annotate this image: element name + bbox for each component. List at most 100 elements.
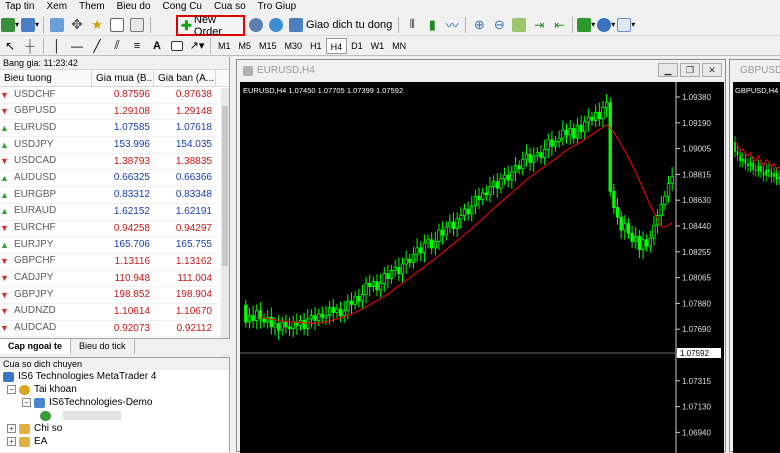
menu-help[interactable]: Tro Giup bbox=[253, 0, 304, 14]
tab-tick-chart[interactable]: Bieu do tick bbox=[71, 339, 135, 354]
chart-window-gbpusd[interactable]: GBPUSD,H4 GBPUSD,H4 bbox=[729, 59, 780, 453]
minimize-button[interactable]: ▁ bbox=[658, 63, 678, 77]
menu-window[interactable]: Cua so bbox=[209, 0, 253, 14]
market-watch-row[interactable]: ▼ AUDNZD 1.10614 1.10670 bbox=[0, 304, 229, 321]
tree-server[interactable]: − IS6Technologies-Demo bbox=[0, 396, 229, 409]
trendline-button[interactable]: ╱ bbox=[88, 37, 106, 55]
label-button[interactable] bbox=[168, 37, 186, 55]
market-watch-row[interactable]: ▲ EURJPY 165.706 165.755 bbox=[0, 237, 229, 254]
channel-button[interactable]: ⫽ bbox=[108, 37, 126, 55]
tf-h1[interactable]: H1 bbox=[306, 38, 326, 54]
indicators-button[interactable]: ▾ bbox=[577, 16, 595, 34]
header-bid[interactable]: Gia mua (B... bbox=[92, 70, 154, 86]
restore-button[interactable]: ❐ bbox=[680, 63, 700, 77]
expand-icon[interactable]: + bbox=[7, 437, 16, 446]
templates-button[interactable]: ▾ bbox=[617, 16, 635, 34]
price-label: 1.08065 bbox=[682, 274, 711, 283]
tree-account-item[interactable] bbox=[0, 409, 229, 422]
candle bbox=[342, 301, 346, 324]
header-ask[interactable]: Gia ban (A... bbox=[154, 70, 216, 86]
close-button[interactable]: ✕ bbox=[702, 63, 722, 77]
market-watch-row[interactable]: ▲ EURUSD 1.07585 1.07618 bbox=[0, 120, 229, 138]
tile-windows-button[interactable] bbox=[510, 16, 528, 34]
tf-mn[interactable]: MN bbox=[388, 38, 410, 54]
tf-d1[interactable]: D1 bbox=[347, 38, 367, 54]
tf-m5[interactable]: M5 bbox=[235, 38, 256, 54]
window-buttons: ▁ ❐ ✕ bbox=[656, 63, 722, 77]
chart-area[interactable]: 1.09380 1.09190 1.09005 1.08815 1.08630 1.084… bbox=[240, 82, 724, 453]
market-watch-row[interactable]: ▼ AUDCAD 0.92073 0.92112 bbox=[0, 321, 229, 338]
market-button[interactable] bbox=[267, 16, 285, 34]
symbol-cell: ▼ GBPCHF bbox=[0, 254, 92, 270]
zoom-out-button[interactable]: ⊖ bbox=[490, 16, 508, 34]
crosshair-button[interactable]: ┼ bbox=[21, 37, 39, 55]
collapse-icon[interactable]: − bbox=[22, 398, 31, 407]
menu-insert[interactable]: Them bbox=[74, 0, 112, 14]
chart-shift-button[interactable]: ⇤ bbox=[550, 16, 568, 34]
candlestick-chart[interactable]: 1.09380 1.09190 1.09005 1.08815 1.08630 1.084… bbox=[240, 82, 724, 453]
zoom-in-button[interactable]: ⊕ bbox=[470, 16, 488, 34]
chart-area[interactable]: GBPUSD,H4 bbox=[733, 82, 780, 453]
market-watch-row[interactable]: ▼ CADJPY 110.948 111.004 bbox=[0, 271, 229, 288]
bid-cell: 0.66325 bbox=[113, 172, 150, 184]
market-watch-row[interactable]: ▼ EURCHF 0.94258 0.94297 bbox=[0, 221, 229, 238]
tree-ea[interactable]: + EA bbox=[0, 435, 229, 448]
tf-h4[interactable]: H4 bbox=[325, 37, 348, 54]
tree-root[interactable]: IS6 Technologies MetaTrader 4 bbox=[0, 370, 229, 383]
cursor-button[interactable]: ↖ bbox=[1, 37, 19, 55]
header-symbol[interactable]: Bieu tuong bbox=[0, 70, 92, 86]
tf-w1[interactable]: W1 bbox=[367, 38, 389, 54]
candle bbox=[749, 156, 752, 172]
market-watch-row[interactable]: ▲ EURAUD 1.62152 1.62191 bbox=[0, 204, 229, 221]
tf-m30[interactable]: M30 bbox=[281, 38, 307, 54]
candlestick-button[interactable]: ▮ bbox=[423, 16, 441, 34]
menu-file[interactable]: Tap tin bbox=[0, 0, 41, 14]
strategy-tester-toggle[interactable] bbox=[128, 16, 146, 34]
market-watch-row[interactable]: ▼ GBPUSD 1.29108 1.29148 bbox=[0, 104, 229, 121]
market-watch-row[interactable]: ▼ GBPCHF 1.13116 1.13162 bbox=[0, 254, 229, 271]
market-watch-row[interactable]: ▲ AUDUSD 0.66325 0.66366 bbox=[0, 170, 229, 188]
new-order-button[interactable]: ✚ New Order bbox=[176, 14, 245, 38]
signals-button[interactable] bbox=[247, 16, 265, 34]
menu-view[interactable]: Xem bbox=[41, 0, 74, 14]
bar-chart-button[interactable]: ⫴ bbox=[403, 16, 421, 34]
market-watch-scrollbar[interactable] bbox=[221, 88, 229, 365]
menu-charts[interactable]: Bieu do bbox=[112, 0, 158, 14]
market-watch-row[interactable]: ▼ USDCHF 0.87596 0.87638 bbox=[0, 87, 229, 104]
candlestick-chart[interactable]: GBPUSD,H4 bbox=[733, 82, 780, 453]
vertical-line-button[interactable]: │ bbox=[48, 37, 66, 55]
profiles-button[interactable]: ▾ bbox=[21, 16, 39, 34]
navigator-toggle[interactable]: ★ bbox=[88, 16, 106, 34]
chart-window-eurusd[interactable]: EURUSD,H4 ▁ ❐ ✕ 1.09380 1.09190 1.09005 1.0… bbox=[236, 59, 726, 453]
candle bbox=[734, 136, 736, 158]
periods-button[interactable]: ▾ bbox=[597, 16, 615, 34]
menu-tools[interactable]: Cong Cu bbox=[158, 0, 209, 14]
candle bbox=[335, 303, 339, 318]
data-window-toggle[interactable]: ✥ bbox=[68, 16, 86, 34]
market-watch-toggle[interactable] bbox=[48, 16, 66, 34]
collapse-icon[interactable]: − bbox=[7, 385, 16, 394]
text-button[interactable]: A bbox=[148, 37, 166, 55]
tab-symbols[interactable]: Cap ngoai te bbox=[0, 339, 72, 354]
tf-m15[interactable]: M15 bbox=[255, 38, 281, 54]
terminal-toggle[interactable] bbox=[108, 16, 126, 34]
horizontal-line-button[interactable]: — bbox=[68, 37, 86, 55]
line-chart-button[interactable]: 〰 bbox=[443, 16, 461, 34]
candle bbox=[349, 292, 354, 315]
ask-cell: 1.10670 bbox=[175, 305, 212, 317]
auto-scroll-button[interactable]: ⇥ bbox=[530, 16, 548, 34]
expand-icon[interactable]: + bbox=[7, 424, 16, 433]
market-watch-row[interactable]: ▲ EURGBP 0.83312 0.83348 bbox=[0, 187, 229, 204]
market-watch-row[interactable]: ▼ GBPJPY 198.852 198.904 bbox=[0, 287, 229, 304]
scrollbar-thumb[interactable] bbox=[222, 106, 228, 266]
candle bbox=[542, 139, 547, 166]
tf-m1[interactable]: M1 bbox=[214, 38, 235, 54]
auto-trading-button[interactable]: Giao dich tu dong bbox=[286, 17, 395, 32]
new-chart-button[interactable]: ▾ bbox=[1, 16, 19, 34]
market-watch-row[interactable]: ▲ USDJPY 153.996 154.035 bbox=[0, 137, 229, 154]
fibonacci-button[interactable]: ≡ bbox=[128, 37, 146, 55]
market-watch-row[interactable]: ▼ USDCAD 1.38793 1.38835 bbox=[0, 154, 229, 171]
tree-accounts[interactable]: − Tai khoan bbox=[0, 383, 229, 396]
tree-indicators[interactable]: + Chi so bbox=[0, 422, 229, 435]
arrows-button[interactable]: ↗▾ bbox=[188, 37, 206, 55]
